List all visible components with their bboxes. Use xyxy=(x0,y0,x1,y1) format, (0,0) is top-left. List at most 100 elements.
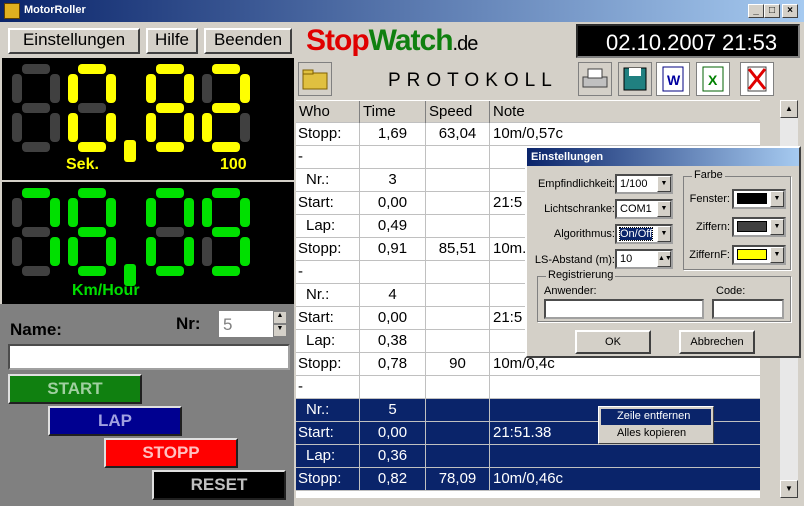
stopp-button[interactable]: STOPP xyxy=(104,438,238,468)
barrier-value: COM1 xyxy=(620,203,652,215)
context-menu: Zeile entfernen Alles kopieren xyxy=(598,406,714,444)
nr-stepper[interactable]: 5 ▲ ▼ xyxy=(218,310,288,338)
algorithm-select[interactable]: On/Off ▼ xyxy=(615,224,673,244)
table-cell xyxy=(426,192,490,215)
name-input[interactable] xyxy=(8,344,290,370)
menu-item-copy-all[interactable]: Alles kopieren xyxy=(601,426,711,442)
chevron-down-icon[interactable]: ▼ xyxy=(770,219,784,235)
code-input[interactable] xyxy=(712,299,784,319)
chevron-down-icon[interactable]: ▼ xyxy=(657,201,671,217)
clock-display: 02.10.2007 21:53 xyxy=(576,24,800,58)
table-row[interactable]: Stopp: 0,82 78,09 10m/0,46c xyxy=(296,468,760,491)
sensitivity-label: Empfindlichkeit: xyxy=(537,178,615,190)
table-cell: 0,82 xyxy=(360,468,426,491)
chevron-down-icon[interactable]: ▼ xyxy=(657,176,671,192)
header-who[interactable]: Who xyxy=(296,101,360,124)
scroll-up-arrow-icon[interactable]: ▲ xyxy=(780,100,798,118)
window-color-select[interactable]: ▼ xyxy=(732,189,786,209)
user-input[interactable] xyxy=(544,299,704,319)
chevron-down-icon[interactable]: ▼ xyxy=(657,226,671,242)
excel-export-icon[interactable]: X xyxy=(696,62,730,96)
nr-down-arrow-icon[interactable]: ▼ xyxy=(273,324,287,337)
timer-display: Sek. 100 xyxy=(2,58,294,180)
lcd-segment xyxy=(202,198,212,227)
cancel-button[interactable]: Abbrechen xyxy=(679,330,755,354)
start-button[interactable]: START xyxy=(8,374,142,404)
menu-item-remove-row[interactable]: Zeile entfernen xyxy=(601,409,711,425)
distance-stepper[interactable]: 10 ▲▼ xyxy=(615,249,673,269)
digits-color-select[interactable]: ▼ xyxy=(732,217,786,237)
table-cell: - xyxy=(296,376,360,399)
app-icon xyxy=(4,3,20,19)
table-cell: 3 xyxy=(360,169,426,192)
lcd-segment xyxy=(12,113,22,142)
stepper-arrows-icon[interactable]: ▲▼ xyxy=(657,251,672,267)
table-cell xyxy=(426,284,490,307)
header-speed[interactable]: Speed xyxy=(426,101,490,124)
maximize-button[interactable]: □ xyxy=(764,4,780,18)
table-cell: Stopp: xyxy=(296,353,360,376)
table-cell: 0,38 xyxy=(360,330,426,353)
delete-icon[interactable] xyxy=(740,62,774,96)
header-note[interactable]: Note xyxy=(490,101,760,124)
table-row[interactable]: - xyxy=(296,376,760,399)
scroll-down-arrow-icon[interactable]: ▼ xyxy=(780,480,798,498)
table-cell: 1,69 xyxy=(360,123,426,146)
window-color-label: Fenster: xyxy=(689,193,730,205)
lcd-segment xyxy=(212,227,240,237)
settings-button[interactable]: Einstellungen xyxy=(8,28,140,54)
chevron-down-icon[interactable]: ▼ xyxy=(770,247,784,263)
lcd-segment xyxy=(22,227,50,237)
nr-up-arrow-icon[interactable]: ▲ xyxy=(273,311,287,324)
control-panel: Name: Nr: 5 ▲ ▼ START LAP STOPP RESET xyxy=(0,304,294,506)
lcd-segment xyxy=(68,113,78,142)
lcd-segment xyxy=(68,237,78,266)
table-cell: 0,91 xyxy=(360,238,426,261)
table-cell: 0,00 xyxy=(360,422,426,445)
lcd-segment xyxy=(106,113,116,142)
header-time[interactable]: Time xyxy=(360,101,426,124)
printer-icon[interactable] xyxy=(578,62,612,96)
lcd-segment xyxy=(146,74,156,103)
reset-button[interactable]: RESET xyxy=(152,470,286,500)
lcd-segment xyxy=(22,142,50,152)
table-cell: 10m/0,46c xyxy=(493,470,564,487)
table-cell: Nr.: xyxy=(296,284,360,307)
table-cell: 0,78 xyxy=(360,353,426,376)
table-cell: Stopp: xyxy=(296,123,360,146)
lcd-segment xyxy=(50,74,60,103)
ok-button[interactable]: OK xyxy=(575,330,651,354)
lcd-segment xyxy=(146,237,156,266)
lap-button[interactable]: LAP xyxy=(48,406,182,436)
lcd-segment xyxy=(184,74,194,103)
lcd-segment xyxy=(240,198,250,227)
chevron-down-icon[interactable]: ▼ xyxy=(770,191,784,207)
color-group-label: Farbe xyxy=(692,169,725,181)
speed-unit: Km/Hour xyxy=(72,282,140,299)
algorithm-label: Algorithmus: xyxy=(553,228,615,240)
digits-color-label: Ziffern: xyxy=(695,221,730,233)
stopwatch-logo: StopWatch.de xyxy=(306,24,578,60)
barrier-select[interactable]: COM1 ▼ xyxy=(615,199,673,219)
table-row[interactable]: Stopp: 1,69 63,04 10m/0,57c xyxy=(296,123,760,146)
table-cell xyxy=(426,169,490,192)
lcd-segment xyxy=(12,237,22,266)
table-cell xyxy=(360,146,426,169)
quit-button[interactable]: Beenden xyxy=(204,28,292,54)
minimize-button[interactable]: _ xyxy=(748,4,764,18)
close-button[interactable]: × xyxy=(782,4,798,18)
lcd-segment xyxy=(184,198,194,227)
speed-digits xyxy=(12,188,250,286)
lcd-segment xyxy=(78,266,106,276)
open-folder-icon[interactable] xyxy=(298,62,332,96)
table-row[interactable]: Lap: 0,36 xyxy=(296,445,760,468)
lcd-segment xyxy=(240,74,250,103)
barrier-label: Lichtschranke: xyxy=(544,203,615,215)
help-button[interactable]: Hilfe xyxy=(146,28,198,54)
digitsf-color-select[interactable]: ▼ xyxy=(732,245,786,265)
sensitivity-select[interactable]: 1/100 ▼ xyxy=(615,174,673,194)
table-cell: Nr.: xyxy=(296,399,360,422)
save-disk-icon[interactable] xyxy=(618,62,652,96)
lcd-segment xyxy=(156,64,184,74)
word-export-icon[interactable]: W xyxy=(656,62,690,96)
